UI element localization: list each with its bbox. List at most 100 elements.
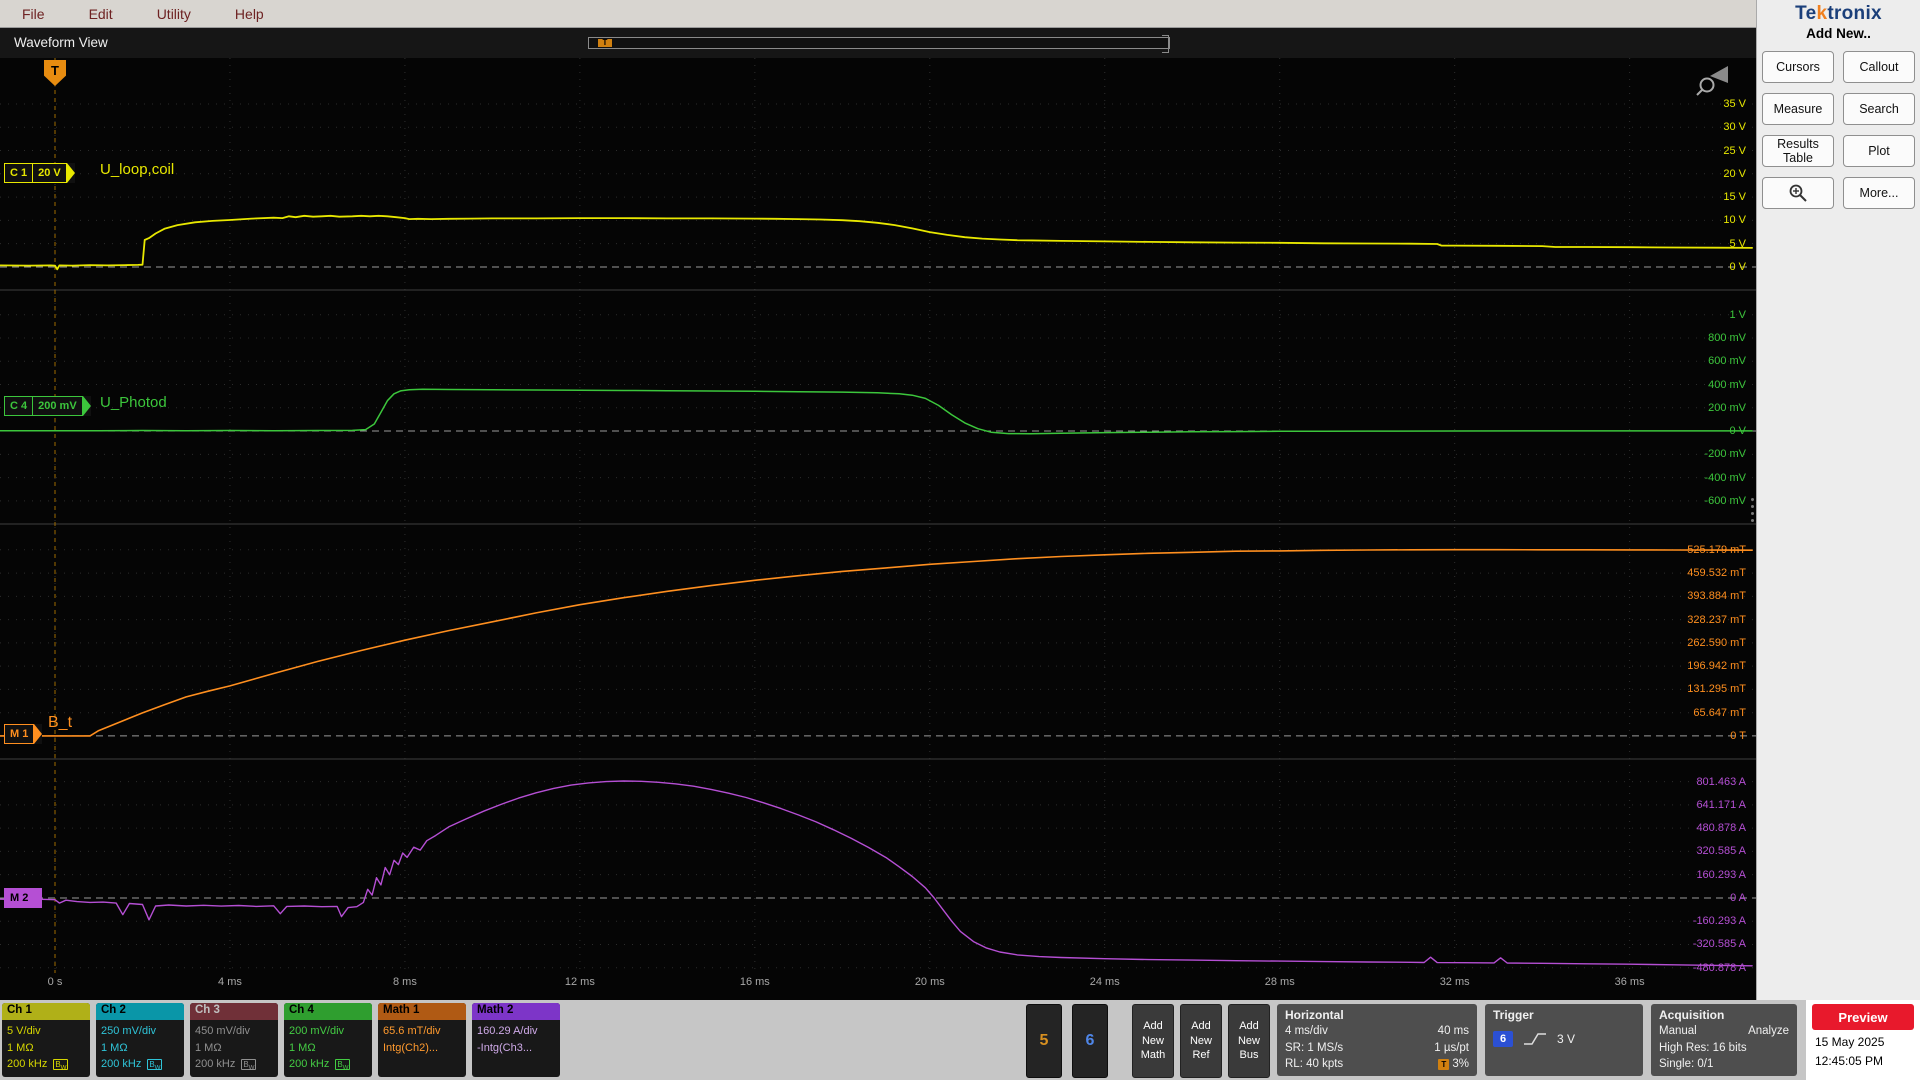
time-axis-label: 24 ms [1089, 976, 1120, 988]
bandwidth-icon: BW [53, 1059, 69, 1072]
channel-badge-title: Math 2 [472, 1003, 560, 1020]
bandwidth-icon: BW [147, 1059, 163, 1072]
panel-button-zoom[interactable] [1762, 177, 1834, 209]
panel-button-search[interactable]: Search [1843, 93, 1915, 125]
channel-setting-line: 200 kHz BW [195, 1058, 257, 1072]
panel-button-plot[interactable]: Plot [1843, 135, 1915, 167]
trigger-panel[interactable]: Trigger 6 3 V [1485, 1004, 1643, 1076]
scale-label: 0 V [1729, 425, 1746, 438]
horizontal-value: RL: 40 kpts [1285, 1058, 1344, 1071]
time-label: 12:45:05 PM [1815, 1053, 1884, 1068]
scale-label: 30 V [1723, 121, 1746, 134]
panel-button-results-table[interactable]: Results Table [1762, 135, 1834, 167]
acquisition-panel[interactable]: Acquisition Manual Analyze High Res: 16 bi… [1651, 1004, 1797, 1076]
acquisition-title: Acquisition [1659, 1008, 1725, 1022]
time-axis-label: 36 ms [1614, 976, 1645, 988]
channel-badge-ch2[interactable]: Ch 2 250 mV/div 1 MΩ 200 kHz BW [96, 1003, 184, 1077]
channel-badge-ch1[interactable]: Ch 1 5 V/div 1 MΩ 200 kHz BW [2, 1003, 90, 1077]
preview-button[interactable]: Preview [1812, 1004, 1914, 1030]
panel-button-callout[interactable]: Callout [1843, 51, 1915, 83]
scale-label: 200 mV [1708, 401, 1746, 414]
channel-marker-c1[interactable]: C 1 20 V [4, 163, 75, 183]
menu-item-edit[interactable]: Edit [89, 6, 113, 22]
waveform-display[interactable]: 35 V 30 V 25 V 20 V 15 V 10 V5 V0 V1 V 800 mV 6… [0, 58, 1756, 1000]
channel-badge-settings: 250 mV/div 1 MΩ 200 kHz BW [96, 1020, 184, 1074]
panel-splitter-handle[interactable] [1748, 498, 1756, 522]
add-new-bus-button[interactable]: Add New Bus [1228, 1004, 1270, 1078]
horizontal-position-slider[interactable]: T [588, 35, 1170, 53]
channel-setting-line: 200 mV/div [289, 1025, 345, 1037]
trace-u-photod [0, 388, 1753, 435]
channel-badge-ch4[interactable]: Ch 4 200 mV/div 1 MΩ 200 kHz BW [284, 1003, 372, 1077]
horizontal-row: 4 ms/div 40 ms [1285, 1023, 1469, 1040]
right-panel: Tektronix Add New.. Cursors Callout Measur… [1756, 0, 1920, 1000]
channel-setting-line: 200 kHz BW [7, 1058, 69, 1072]
rising-edge-icon [1524, 1033, 1546, 1045]
time-axis-label: 20 ms [914, 976, 945, 988]
acquisition-value: Manual [1659, 1025, 1697, 1037]
horizontal-value: 40 ms [1437, 1025, 1469, 1037]
menu-item-file[interactable]: File [22, 6, 45, 22]
add-button-line: Math [1140, 1049, 1166, 1062]
bandwidth-icon: BW [241, 1059, 257, 1072]
scale-label: 800 mV [1708, 331, 1746, 344]
channel-badges: Ch 1 5 V/div 1 MΩ 200 kHz BW Ch 2 250 mV/div 1 … [2, 1003, 560, 1077]
add-new-math-button[interactable]: Add New Math [1132, 1004, 1174, 1078]
panel-button-cursors[interactable]: Cursors [1762, 51, 1834, 83]
horizontal-value: SR: 1 MS/s [1285, 1041, 1344, 1054]
channel-badge-math1[interactable]: Math 1 65.6 mT/div Intg(Ch2)... [378, 1003, 466, 1077]
channel-marker-arrow [34, 724, 43, 744]
panel-button-measure[interactable]: Measure [1762, 93, 1834, 125]
channel-badge-title: Ch 2 [96, 1003, 184, 1020]
waveform-canvas[interactable] [0, 58, 1756, 973]
channel-setting-line: 200 kHz BW [101, 1058, 163, 1072]
scale-label: 0 V [1729, 260, 1746, 273]
add-button-line: Add [1191, 1019, 1211, 1032]
panel-button-more[interactable]: More... [1843, 177, 1915, 209]
horizontal-value: 1 µs/pt [1434, 1041, 1469, 1054]
channel-badge-ch3[interactable]: Ch 3 450 mV/div 1 MΩ 200 kHz BW [190, 1003, 278, 1077]
add-buttons: Add New Math Add New Ref Add New Bus [1132, 1004, 1270, 1078]
scale-label: 10 V [1723, 214, 1746, 227]
acquisition-row: Single: 0/1 [1659, 1056, 1789, 1073]
channel-marker-c4[interactable]: C 4 200 mV [4, 396, 91, 416]
ref-button-6[interactable]: 6 [1072, 1004, 1108, 1078]
bandwidth-icon: BW [335, 1059, 351, 1072]
scale-label: 0 A [1730, 891, 1746, 904]
add-button-line: New [1237, 1034, 1260, 1047]
settings-bar: Ch 1 5 V/div 1 MΩ 200 kHz BW Ch 2 250 mV/div 1 … [0, 1000, 1920, 1080]
time-axis-label: 4 ms [218, 976, 242, 988]
add-new-ref-button[interactable]: Add New Ref [1180, 1004, 1222, 1078]
tektronix-logo: Tektronix [1795, 3, 1882, 24]
horizontal-panel[interactable]: Horizontal 4 ms/div 40 ms SR: 1 MS/s 1 µs/p… [1277, 1004, 1477, 1076]
trigger-source-badge[interactable]: 6 [1493, 1031, 1513, 1047]
menu-item-help[interactable]: Help [235, 6, 264, 22]
scale-label: 262.590 mT [1687, 636, 1746, 649]
scale-label: 400 mV [1708, 378, 1746, 391]
channel-marker-m2[interactable]: M 2 [4, 888, 43, 908]
scale-label: -320.585 A [1692, 938, 1746, 951]
channel-setting-line: 200 kHz BW [289, 1058, 351, 1072]
channel-marker-label: C 1 [4, 163, 34, 183]
trigger-position-marker[interactable]: T [598, 39, 612, 47]
scale-label: -200 mV [1704, 448, 1746, 461]
menu-item-utility[interactable]: Utility [157, 6, 191, 22]
scale-label: -400 mV [1704, 471, 1746, 484]
scale-label: 5 V [1729, 237, 1746, 250]
scale-label: 801.463 A [1696, 775, 1746, 788]
graticule-zoom-icon[interactable] [1694, 62, 1738, 101]
channel-setting-line: 1 MΩ [289, 1041, 316, 1054]
scale-label: 320.585 A [1696, 845, 1746, 858]
add-button-line: Ref [1192, 1049, 1210, 1062]
scale-label: 600 mV [1708, 355, 1746, 368]
channel-marker-m1[interactable]: M 1 [4, 724, 43, 744]
waveform-view-titlebar: Waveform View T [0, 28, 1756, 58]
scale-label: -480.878 A [1692, 961, 1746, 974]
channel-badge-math2[interactable]: Math 2 160.29 A/div -Intg(Ch3... [472, 1003, 560, 1077]
scale-label: -600 mV [1704, 494, 1746, 507]
ref-button-5[interactable]: 5 [1026, 1004, 1062, 1078]
channel-marker-scale: 20 V [33, 163, 67, 183]
channel-marker-label: C 4 [4, 396, 34, 416]
scale-label: 160.293 A [1696, 868, 1746, 881]
trace--intg-ch3- [0, 780, 1753, 967]
